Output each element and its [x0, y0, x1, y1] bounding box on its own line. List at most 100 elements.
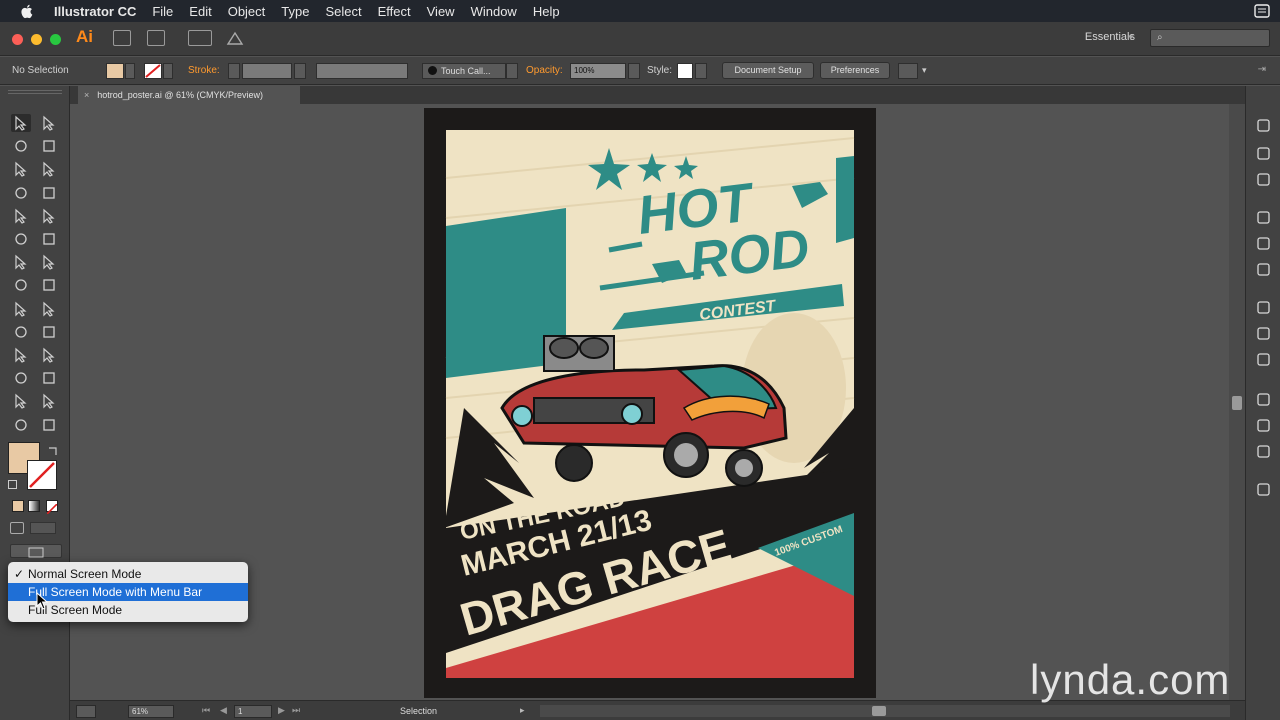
swap-colors-icon[interactable]: [47, 444, 59, 456]
blend-tool-icon[interactable]: [39, 346, 59, 364]
arrange-documents-icon[interactable]: [188, 30, 212, 46]
menu-help[interactable]: Help: [533, 4, 560, 19]
brushes-panel-icon[interactable]: [1256, 236, 1271, 251]
arrange-icon[interactable]: [898, 63, 918, 79]
first-artboard-icon[interactable]: ⏮: [202, 705, 210, 716]
menu-window[interactable]: Window: [471, 4, 517, 19]
appearance-panel-icon[interactable]: [1256, 392, 1271, 407]
hand-tool-icon[interactable]: [11, 416, 31, 434]
color-panel-icon[interactable]: [1256, 118, 1271, 133]
menu-file[interactable]: File: [152, 4, 173, 19]
graphic-style-swatch[interactable]: [677, 63, 693, 79]
close-tab-icon[interactable]: ×: [84, 90, 89, 100]
menu-app-name[interactable]: Illustrator CC: [54, 4, 136, 19]
symbol-sprayer-tool-icon[interactable]: [11, 369, 31, 387]
preferences-button[interactable]: Preferences: [820, 62, 890, 79]
stroke-label[interactable]: Stroke:: [188, 65, 220, 76]
zoom-field[interactable]: 61%: [128, 705, 174, 718]
stroke-swatch[interactable]: [144, 63, 162, 79]
status-menu-chevron-icon[interactable]: ▸: [520, 705, 525, 716]
color-mode-icon[interactable]: [12, 500, 24, 512]
swatches-panel-icon[interactable]: [1256, 210, 1271, 225]
artboard-number-field[interactable]: 1: [234, 705, 272, 718]
opacity-label[interactable]: Opacity:: [526, 65, 563, 76]
type-tool-icon[interactable]: [11, 184, 31, 202]
curvature-tool-icon[interactable]: [39, 160, 59, 178]
next-artboard-icon[interactable]: ▶: [278, 705, 285, 716]
panel-menu-icon[interactable]: ⇥: [1258, 64, 1266, 75]
mesh-tool-icon[interactable]: [11, 323, 31, 341]
eraser-tool-icon[interactable]: [39, 230, 59, 248]
last-artboard-icon[interactable]: ⏭: [292, 705, 300, 716]
change-screen-mode-button[interactable]: [10, 544, 62, 558]
slice-tool-icon[interactable]: [39, 392, 59, 410]
control-menu-chevron-icon[interactable]: ▾: [922, 65, 927, 76]
brush-definition-dropdown[interactable]: Touch Call...: [422, 63, 506, 79]
menu-edit[interactable]: Edit: [189, 4, 211, 19]
layers-panel-icon[interactable]: [1256, 444, 1271, 459]
line-segment-tool-icon[interactable]: [39, 184, 59, 202]
document-setup-button[interactable]: Document Setup: [722, 62, 814, 79]
menu-item-normal-screen-mode[interactable]: ✓ Normal Screen Mode: [8, 565, 248, 583]
brush-dropdown-chevron-icon[interactable]: [506, 63, 518, 79]
horizontal-scrollbar-thumb[interactable]: [872, 706, 886, 716]
minimize-window-button[interactable]: [31, 34, 42, 45]
artboard-tool-icon[interactable]: [11, 392, 31, 410]
column-graph-tool-icon[interactable]: [39, 369, 59, 387]
style-dropdown-chevron-icon[interactable]: [695, 63, 707, 79]
tools-grip[interactable]: [8, 90, 62, 94]
gradient-tool-icon[interactable]: [39, 323, 59, 341]
transparency-panel-icon[interactable]: [1256, 352, 1271, 367]
menu-effect[interactable]: Effect: [378, 4, 411, 19]
stock-icon[interactable]: [147, 30, 165, 46]
previous-artboard-icon[interactable]: ◀: [220, 705, 227, 716]
perspective-grid-tool-icon[interactable]: [39, 300, 59, 318]
shape-builder-tool-icon[interactable]: [11, 300, 31, 318]
magic-wand-tool-icon[interactable]: [11, 137, 31, 155]
free-transform-tool-icon[interactable]: [39, 276, 59, 294]
stroke-weight-field[interactable]: [242, 63, 292, 79]
symbols-panel-icon[interactable]: [1256, 262, 1271, 277]
stroke-weight-dropdown[interactable]: [294, 63, 306, 79]
none-mode-icon[interactable]: [46, 500, 58, 515]
search-input[interactable]: ⌕: [1150, 29, 1270, 47]
stroke-color-swatch[interactable]: [27, 460, 57, 490]
stroke-weight-stepper[interactable]: [228, 63, 240, 79]
pen-tool-icon[interactable]: [11, 160, 31, 178]
pencil-tool-icon[interactable]: [11, 230, 31, 248]
poster-artwork[interactable]: HOT ROD CONTEST 100% CUSTOM ON THE ROAD …: [424, 108, 876, 698]
artboards-panel-icon[interactable]: [1256, 482, 1271, 497]
menu-select[interactable]: Select: [325, 4, 361, 19]
direct-selection-tool-icon[interactable]: [39, 114, 59, 132]
workspace-chevron-icon[interactable]: ▾: [1128, 32, 1133, 43]
horizontal-scrollbar[interactable]: [540, 705, 1230, 717]
gpu-performance-icon[interactable]: [226, 30, 244, 46]
status-text[interactable]: Selection: [400, 706, 437, 716]
graphic-styles-icon[interactable]: [1256, 418, 1271, 433]
bridge-icon[interactable]: [113, 30, 131, 46]
stroke-panel-icon[interactable]: [1256, 300, 1271, 315]
document-tab[interactable]: × hotrod_poster.ai @ 61% (CMYK/Preview): [78, 86, 300, 104]
menu-object[interactable]: Object: [228, 4, 266, 19]
menu-view[interactable]: View: [427, 4, 455, 19]
fill-swatch[interactable]: [106, 63, 124, 79]
zoom-window-button[interactable]: [50, 34, 61, 45]
apple-icon[interactable]: [18, 2, 36, 20]
menu-type[interactable]: Type: [281, 4, 309, 19]
opacity-field[interactable]: 100%: [570, 63, 626, 79]
paintbrush-tool-icon[interactable]: [39, 207, 59, 225]
cc-libraries-icon[interactable]: [1256, 172, 1271, 187]
draw-mode-icon[interactable]: [10, 522, 24, 534]
gradient-mode-icon[interactable]: [28, 500, 40, 512]
artboard-icon[interactable]: [76, 705, 96, 718]
stroke-dropdown-chevron-icon[interactable]: [163, 63, 173, 79]
draw-inside-icon[interactable]: [30, 522, 56, 534]
eyedropper-tool-icon[interactable]: [11, 346, 31, 364]
zoom-tool-icon[interactable]: [39, 416, 59, 434]
color-guide-icon[interactable]: [1256, 146, 1271, 161]
rotate-tool-icon[interactable]: [11, 253, 31, 271]
fill-dropdown-chevron-icon[interactable]: [125, 63, 135, 79]
selection-tool-icon[interactable]: [11, 114, 31, 132]
vertical-scrollbar[interactable]: [1229, 104, 1245, 700]
opacity-dropdown-chevron-icon[interactable]: [628, 63, 640, 79]
